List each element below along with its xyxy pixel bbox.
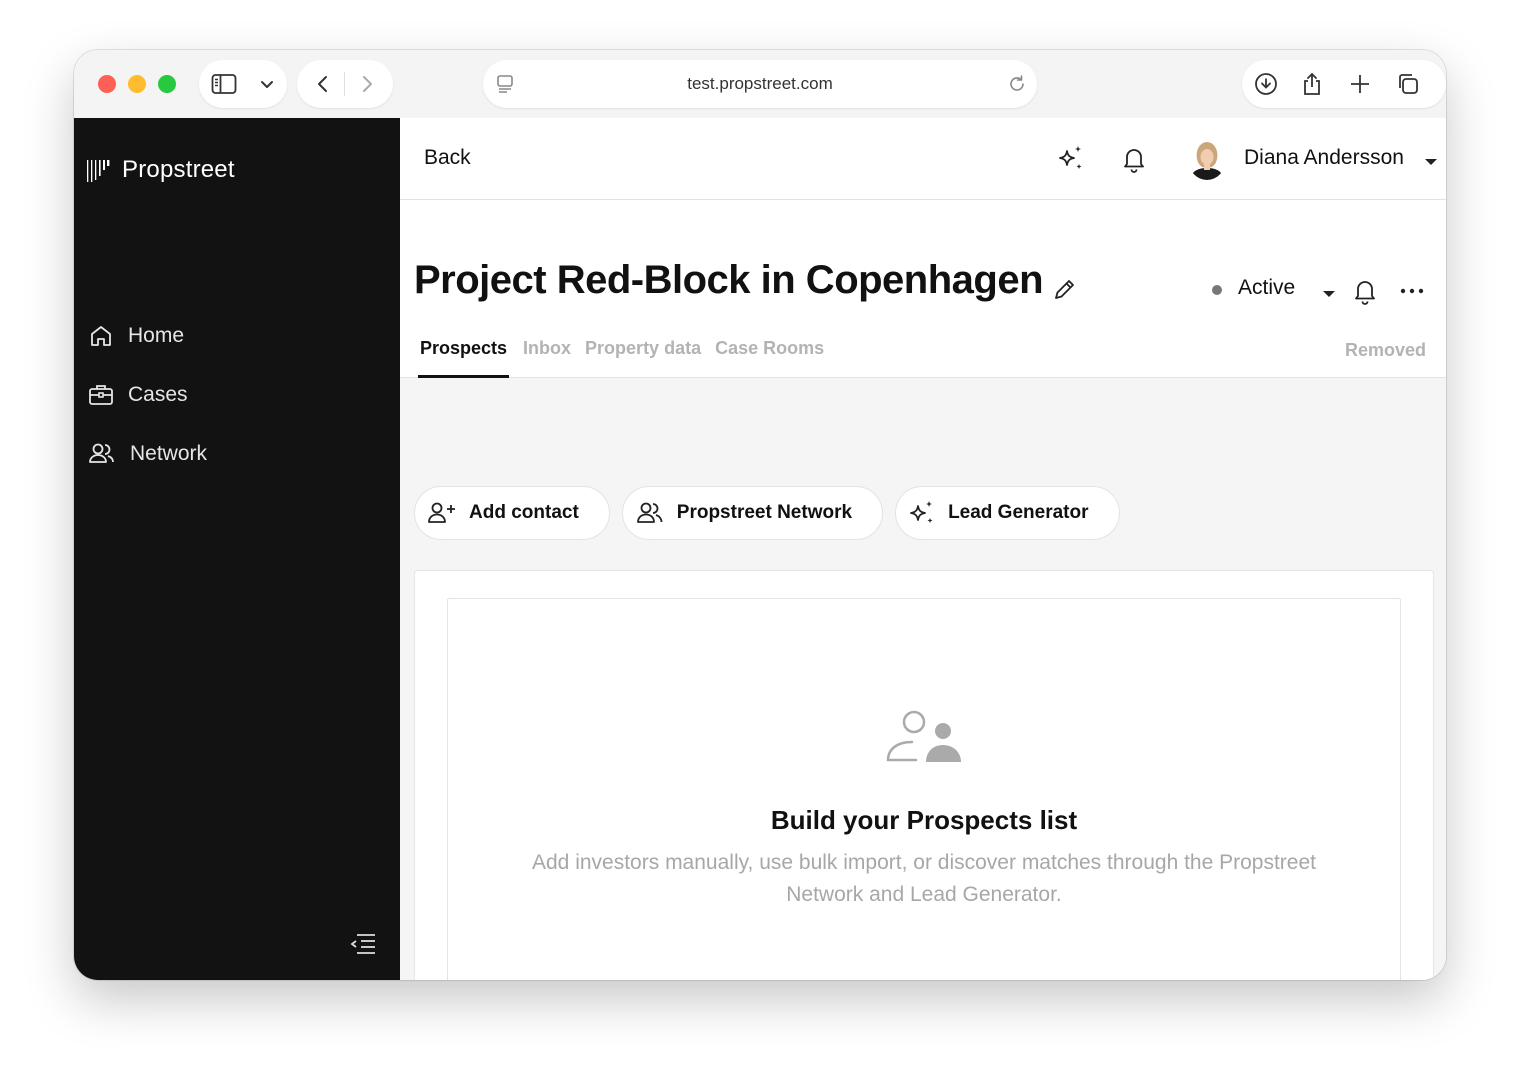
browser-titlebar: test.propstreet.com <box>74 50 1446 118</box>
history-nav-group <box>297 60 393 108</box>
main-content: Back Diana Andersson Project Red-Block i… <box>400 118 1446 980</box>
close-window-button[interactable] <box>98 75 116 93</box>
lead-generator-label: Lead Generator <box>948 502 1089 523</box>
sidebar-item-cases[interactable]: Cases <box>88 375 188 415</box>
pencil-icon[interactable] <box>1052 276 1078 307</box>
caret-down-icon[interactable] <box>1424 154 1438 172</box>
project-notifications-bell-icon[interactable] <box>1352 276 1378 311</box>
new-tab-icon[interactable] <box>1348 72 1372 96</box>
prospect-actions: Add contact Propstreet Network Lead Gene… <box>414 486 1132 540</box>
add-contact-button[interactable]: Add contact <box>414 486 610 540</box>
project-header: Project Red-Block in Copenhagen Active P… <box>400 200 1446 378</box>
address-bar[interactable]: test.propstreet.com <box>483 60 1037 108</box>
collapse-sidebar-icon[interactable] <box>348 930 378 963</box>
status-indicator <box>1212 285 1222 295</box>
caret-down-icon[interactable] <box>1322 286 1336 304</box>
empty-state-description: Add investors manually, use bulk import,… <box>532 851 1316 906</box>
forward-arrow-icon[interactable] <box>355 72 379 96</box>
users-icon <box>636 502 663 523</box>
sidebar-item-network[interactable]: Network <box>88 434 207 474</box>
app-logo[interactable]: Propstreet <box>86 156 235 184</box>
sparkle-icon <box>910 501 933 523</box>
back-link[interactable]: Back <box>424 146 471 170</box>
tab-property-data[interactable]: Property data <box>585 338 701 378</box>
app-sidebar: Propstreet Home Cases Network <box>74 118 400 980</box>
propstreet-network-label: Propstreet Network <box>676 502 853 523</box>
avatar[interactable] <box>1188 138 1226 180</box>
sparkle-icon[interactable] <box>1056 144 1086 179</box>
add-user-icon <box>428 502 455 523</box>
user-name[interactable]: Diana Andersson <box>1244 146 1404 170</box>
users-icon <box>89 443 114 463</box>
tab-inbox[interactable]: Inbox <box>523 338 571 378</box>
minimize-window-button[interactable] <box>128 75 146 93</box>
tab-removed[interactable]: Removed <box>1345 340 1426 361</box>
sidebar-toggle-icon[interactable] <box>211 72 237 96</box>
prospects-panel: Build your Prospects list Add investors … <box>414 570 1434 980</box>
tab-case-rooms[interactable]: Case Rooms <box>715 338 824 378</box>
sidebar-item-label: Cases <box>128 383 188 406</box>
lead-generator-button[interactable]: Lead Generator <box>895 486 1120 540</box>
propstreet-network-button[interactable]: Propstreet Network <box>621 486 884 540</box>
url-text[interactable]: test.propstreet.com <box>483 74 1037 94</box>
nav-divider <box>344 72 345 96</box>
add-contact-label: Add contact <box>469 502 579 523</box>
more-options-icon[interactable] <box>1398 276 1426 311</box>
sidebar-item-label: Network <box>130 442 208 465</box>
download-icon[interactable] <box>1254 72 1278 96</box>
back-arrow-icon[interactable] <box>311 72 335 96</box>
share-icon[interactable] <box>1300 72 1324 96</box>
reload-icon[interactable] <box>1005 72 1029 96</box>
app-topbar: Back Diana Andersson <box>400 118 1446 200</box>
browser-actions-group <box>1242 60 1446 108</box>
empty-state: Build your Prospects list Add investors … <box>447 598 1401 980</box>
sidebar-item-label: Home <box>128 324 185 347</box>
notifications-bell-icon[interactable] <box>1120 144 1148 179</box>
project-tabs: Prospects Inbox Property data Case Rooms <box>418 338 838 378</box>
browser-window: test.propstreet.com Propstreet Home Case… <box>74 50 1446 980</box>
sidebar-item-home[interactable]: Home <box>88 316 184 356</box>
page-title: Project Red-Block in Copenhagen <box>414 258 1044 302</box>
tab-overview-icon[interactable] <box>1396 72 1420 96</box>
maximize-window-button[interactable] <box>158 75 176 93</box>
propstreet-logo-icon <box>87 160 110 182</box>
home-icon <box>91 326 111 346</box>
tab-prospects[interactable]: Prospects <box>418 338 510 378</box>
logo-text: Propstreet <box>122 156 235 183</box>
briefcase-icon <box>89 385 113 405</box>
status-dropdown[interactable]: Active <box>1238 276 1295 300</box>
chevron-down-icon[interactable] <box>255 72 279 96</box>
empty-state-title: Build your Prospects list <box>770 805 1078 835</box>
prospects-users-icon <box>886 707 966 772</box>
sidebar-toggle-group <box>199 60 287 108</box>
